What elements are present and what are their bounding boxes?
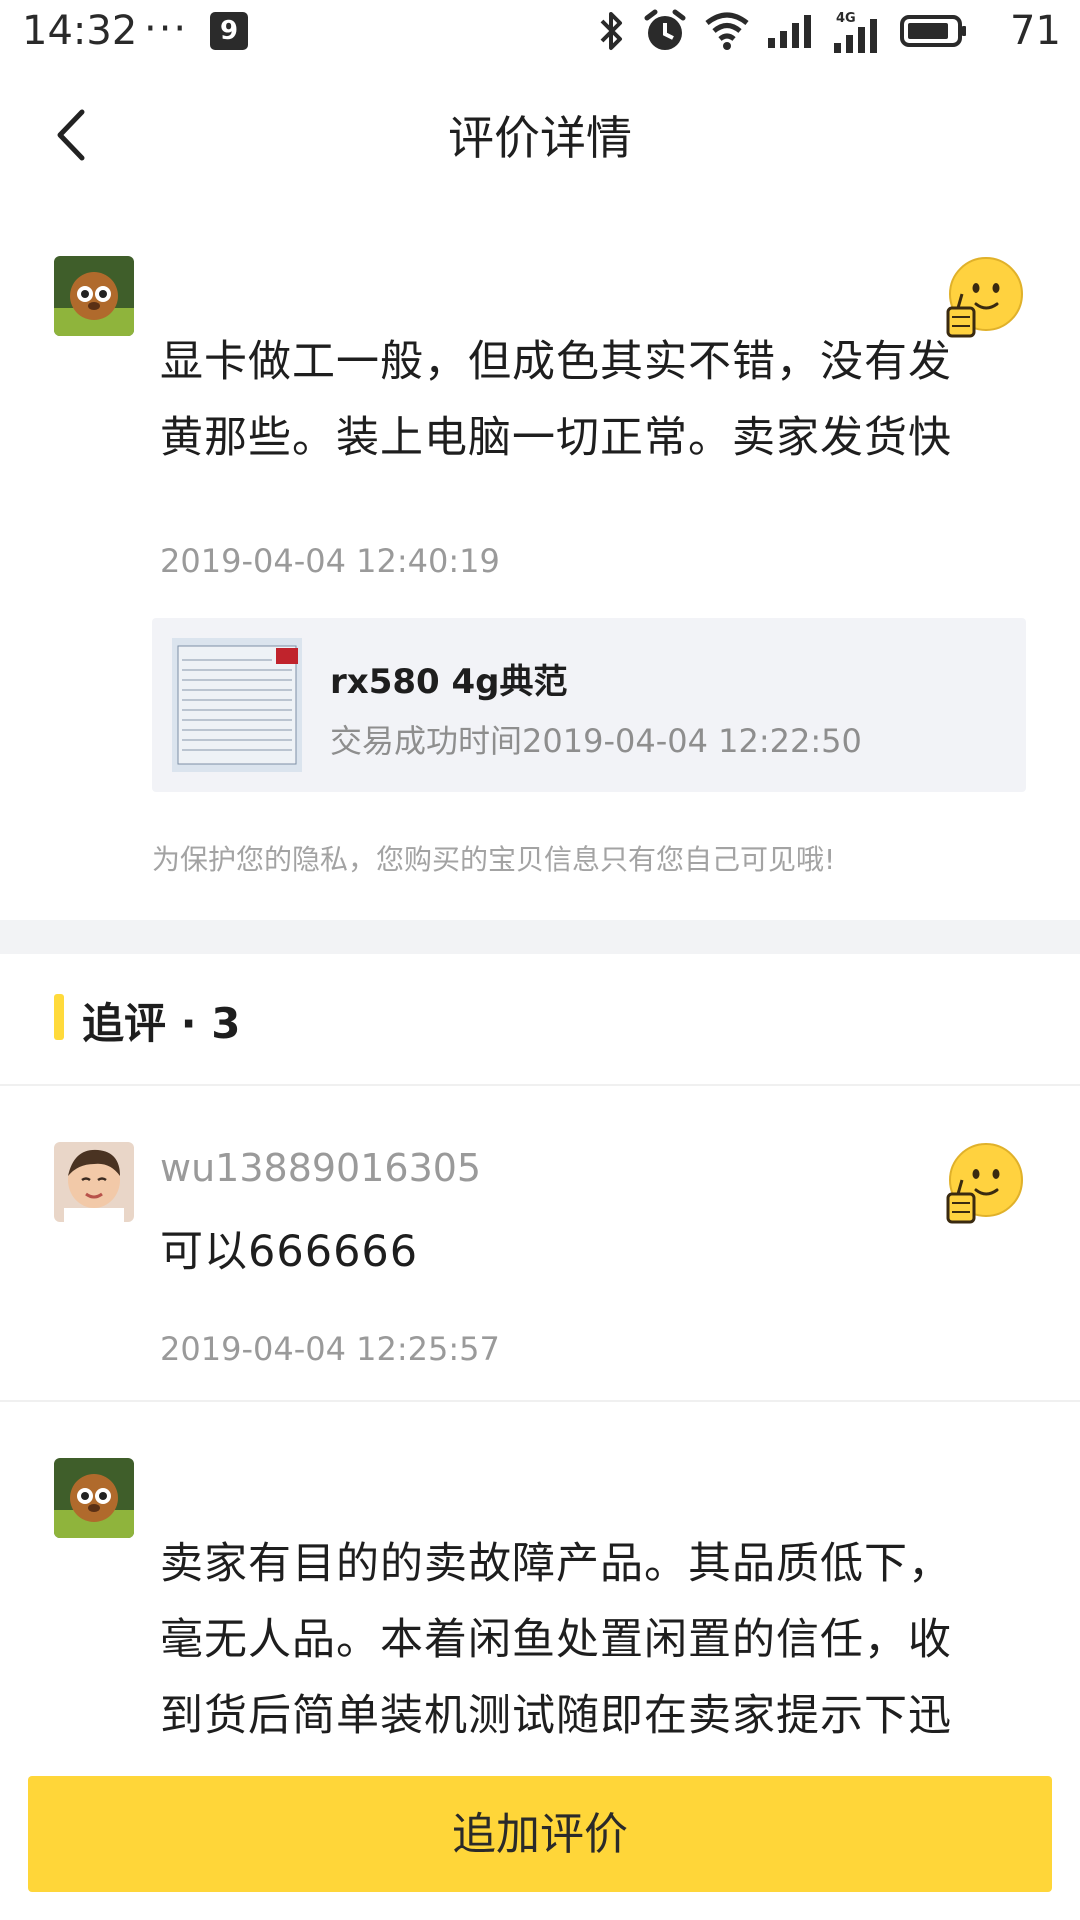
- svg-text:4G: 4G: [836, 11, 856, 26]
- app-notification-icon: 9: [210, 12, 248, 50]
- followup-avatar[interactable]: [54, 1142, 134, 1222]
- review-timestamp: 2019-04-04 12:40:19: [160, 542, 500, 580]
- section-divider: [0, 920, 1080, 954]
- page-title: 评价详情: [448, 111, 632, 165]
- signal-icon: [768, 15, 811, 48]
- followup-text: 卖家有目的的卖故障产品。其品质低下，毫无人品。本着闲鱼处置闲置的信任，收到货后简…: [160, 1539, 952, 1741]
- status-time: 14:32: [22, 8, 138, 54]
- divider: [0, 1084, 1080, 1086]
- bluetooth-icon: [600, 12, 622, 50]
- status-icons: 4G: [596, 8, 968, 54]
- signal-4g-icon: 4G: [834, 11, 877, 53]
- add-review-button[interactable]: 追加评价: [28, 1776, 1052, 1892]
- wifi-icon: [705, 12, 749, 50]
- review-text: 显卡做工一般，但成色其实不错，没有发黄那些。装上电脑一切正常。卖家发货快: [160, 337, 952, 463]
- divider: [0, 1400, 1080, 1402]
- reviewer-avatar[interactable]: [54, 256, 134, 336]
- followup-text: 可以666666: [160, 1227, 419, 1277]
- followup-username[interactable]: wu13889016305: [160, 1146, 481, 1190]
- alarm-icon: [644, 9, 686, 50]
- section-accent-bar: [54, 994, 64, 1040]
- battery-icon: [900, 15, 966, 47]
- followup-section-title: 追评 · 3: [82, 999, 241, 1048]
- product-thumbnail: [172, 638, 302, 772]
- product-name: rx580 4g典范: [330, 662, 568, 702]
- battery-percentage: 71: [1010, 8, 1061, 54]
- privacy-note: 为保护您的隐私，您购买的宝贝信息只有您自己可见哦!: [152, 843, 836, 876]
- status-more-icon: ···: [144, 6, 189, 52]
- trade-success-time: 交易成功时间2019-04-04 12:22:50: [330, 722, 862, 760]
- followup-avatar[interactable]: [54, 1458, 134, 1538]
- followup-timestamp: 2019-04-04 12:25:57: [160, 1330, 500, 1368]
- product-card[interactable]: rx580 4g典范 交易成功时间2019-04-04 12:22:50: [152, 618, 1026, 792]
